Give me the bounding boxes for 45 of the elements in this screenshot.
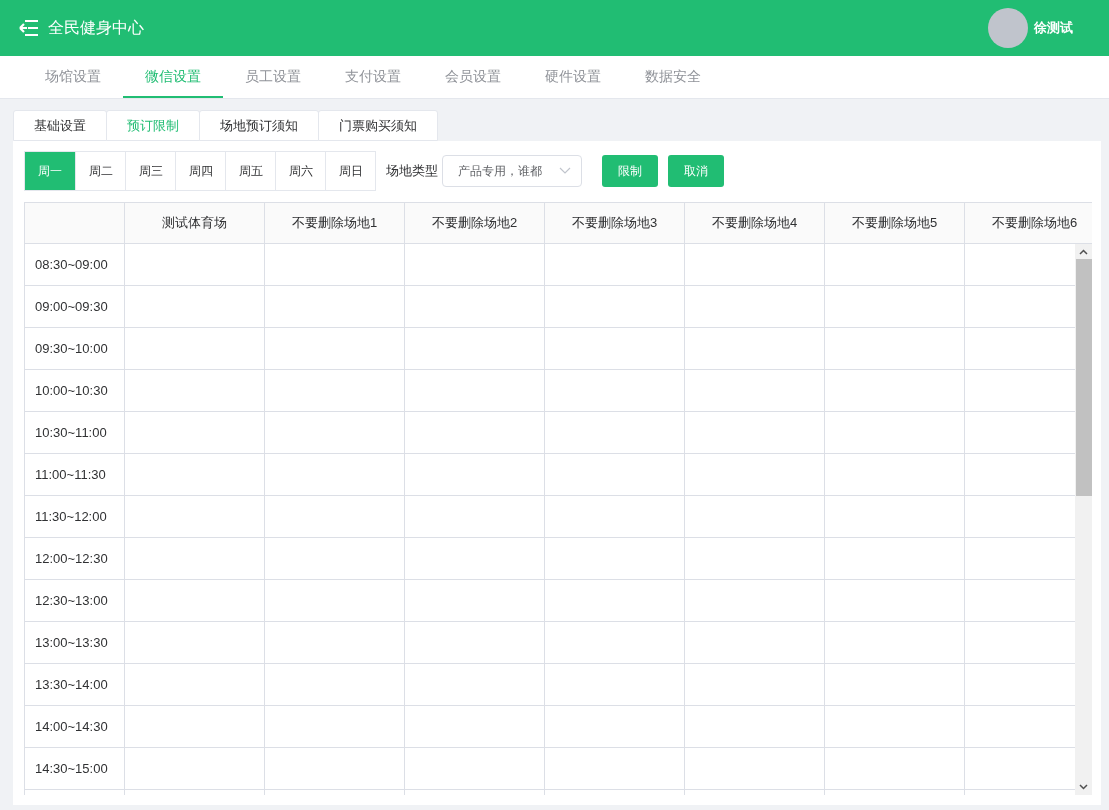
collapse-menu-icon[interactable] bbox=[19, 19, 39, 37]
scrollbar-thumb[interactable] bbox=[1075, 259, 1092, 496]
time-slot-cell: 12:00~12:30 bbox=[25, 538, 125, 579]
nav-tab[interactable]: 员工设置 bbox=[223, 56, 323, 98]
time-slot-cell: 14:30~15:00 bbox=[25, 748, 125, 789]
nav-tab[interactable]: 会员设置 bbox=[423, 56, 523, 98]
nav-tab[interactable]: 场馆设置 bbox=[23, 56, 123, 98]
time-slot-cell: 09:00~09:30 bbox=[25, 286, 125, 327]
nav-tab[interactable]: 数据安全 bbox=[623, 56, 723, 98]
sub-tab[interactable]: 门票购买须知 bbox=[318, 110, 438, 141]
nav-tab[interactable]: 硬件设置 bbox=[523, 56, 623, 98]
time-slot-cell: 10:00~10:30 bbox=[25, 370, 125, 411]
table-header-cell: 不要删除场地1 bbox=[265, 203, 405, 243]
restrict-button[interactable]: 限制 bbox=[602, 155, 658, 187]
time-slot-cell: 08:30~09:00 bbox=[25, 244, 125, 285]
venue-type-label: 场地类型 bbox=[386, 162, 438, 181]
table-header-cell: 不要删除场地2 bbox=[405, 203, 545, 243]
nav-tab[interactable]: 支付设置 bbox=[323, 56, 423, 98]
time-slot-cell: 11:30~12:00 bbox=[25, 496, 125, 537]
table-header-cell: 不要删除场地3 bbox=[545, 203, 685, 243]
time-slot-cell: 13:30~14:00 bbox=[25, 664, 125, 705]
cancel-button[interactable]: 取消 bbox=[668, 155, 724, 187]
sub-tab[interactable]: 基础设置 bbox=[13, 110, 107, 141]
sub-tab[interactable]: 场地预订须知 bbox=[199, 110, 319, 141]
time-slot-cell: 12:30~13:00 bbox=[25, 580, 125, 621]
chevron-down-icon bbox=[559, 167, 571, 175]
time-slot-cell: 10:30~11:00 bbox=[25, 412, 125, 453]
time-slot-cell: 09:30~10:00 bbox=[25, 328, 125, 369]
scrollbar[interactable] bbox=[1075, 244, 1092, 795]
weekday-button[interactable]: 周一 bbox=[25, 152, 75, 190]
nav-tab[interactable]: 微信设置 bbox=[123, 56, 223, 98]
table-header-cell: 测试体育场 bbox=[125, 203, 265, 243]
table-header-cell: 不要删除场地5 bbox=[825, 203, 965, 243]
scroll-down-icon[interactable] bbox=[1079, 784, 1088, 790]
time-slot-cell: 13:00~13:30 bbox=[25, 622, 125, 663]
app-title: 全民健身中心 bbox=[48, 18, 144, 38]
sub-tab[interactable]: 预订限制 bbox=[106, 110, 200, 141]
table-header-cell: 不要删除场地6 bbox=[965, 203, 1092, 243]
time-slot-cell: 14:00~14:30 bbox=[25, 706, 125, 747]
user-name[interactable]: 徐测试 bbox=[1034, 18, 1073, 38]
table-header-cell: 不要删除场地4 bbox=[685, 203, 825, 243]
avatar[interactable] bbox=[988, 8, 1028, 48]
scroll-up-icon[interactable] bbox=[1079, 249, 1088, 255]
time-slot-cell: 11:00~11:30 bbox=[25, 454, 125, 495]
venue-type-select[interactable]: 产品专用，谁都 bbox=[442, 155, 582, 187]
